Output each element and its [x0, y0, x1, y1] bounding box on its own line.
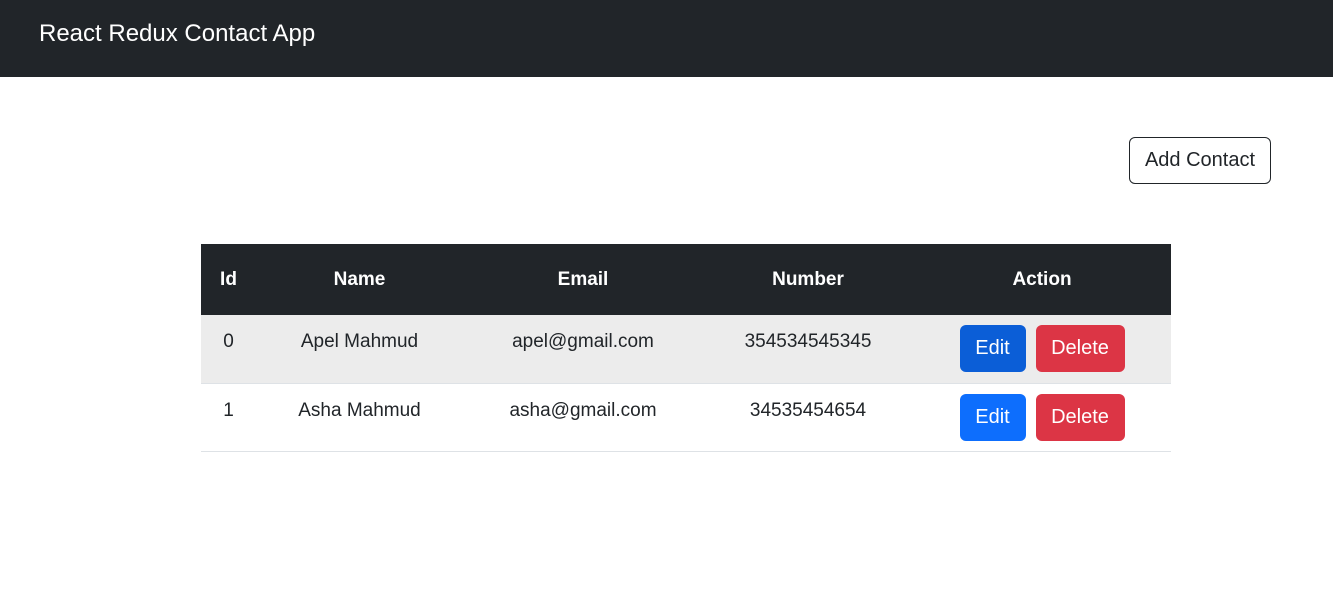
column-header-number: Number [772, 268, 844, 290]
cell-action: Edit Delete [913, 315, 1171, 383]
edit-button[interactable]: Edit [959, 393, 1026, 441]
cell-email: asha@gmail.com [509, 399, 657, 421]
navbar: React Redux Contact App [0, 0, 1333, 77]
cell-name: Asha Mahmud [298, 399, 421, 421]
add-contact-button[interactable]: Add Contact [1129, 137, 1271, 184]
cell-email: apel@gmail.com [512, 331, 654, 352]
cell-number: 34535454654 [749, 399, 867, 421]
column-header-email: Email [557, 268, 609, 290]
table-row: 1 Asha Mahmud asha@gmail.com 34535454654… [201, 383, 1171, 451]
cell-id: 1 [223, 399, 234, 421]
column-header-action: Action [1012, 268, 1072, 290]
contacts-table: Id Name Email Number Action 0 Apel Mahmu… [201, 244, 1171, 452]
cell-id: 0 [223, 331, 234, 352]
delete-button[interactable]: Delete [1035, 325, 1125, 372]
cell-number: 354534545345 [744, 331, 872, 352]
navbar-brand[interactable]: React Redux Contact App [39, 22, 315, 46]
table-header: Id Name Email Number Action [201, 244, 1171, 315]
cell-name: Apel Mahmud [300, 331, 419, 352]
table-header-row: Id Name Email Number Action [201, 244, 1171, 315]
column-header-id: Id [220, 268, 237, 290]
delete-button[interactable]: Delete [1035, 393, 1125, 441]
table-body: 0 Apel Mahmud apel@gmail.com 35453454534… [201, 315, 1171, 451]
column-header-name: Name [333, 268, 386, 290]
cell-action: Edit Delete [913, 383, 1171, 451]
edit-button[interactable]: Edit [959, 325, 1026, 372]
table-row: 0 Apel Mahmud apel@gmail.com 35453454534… [201, 315, 1171, 383]
